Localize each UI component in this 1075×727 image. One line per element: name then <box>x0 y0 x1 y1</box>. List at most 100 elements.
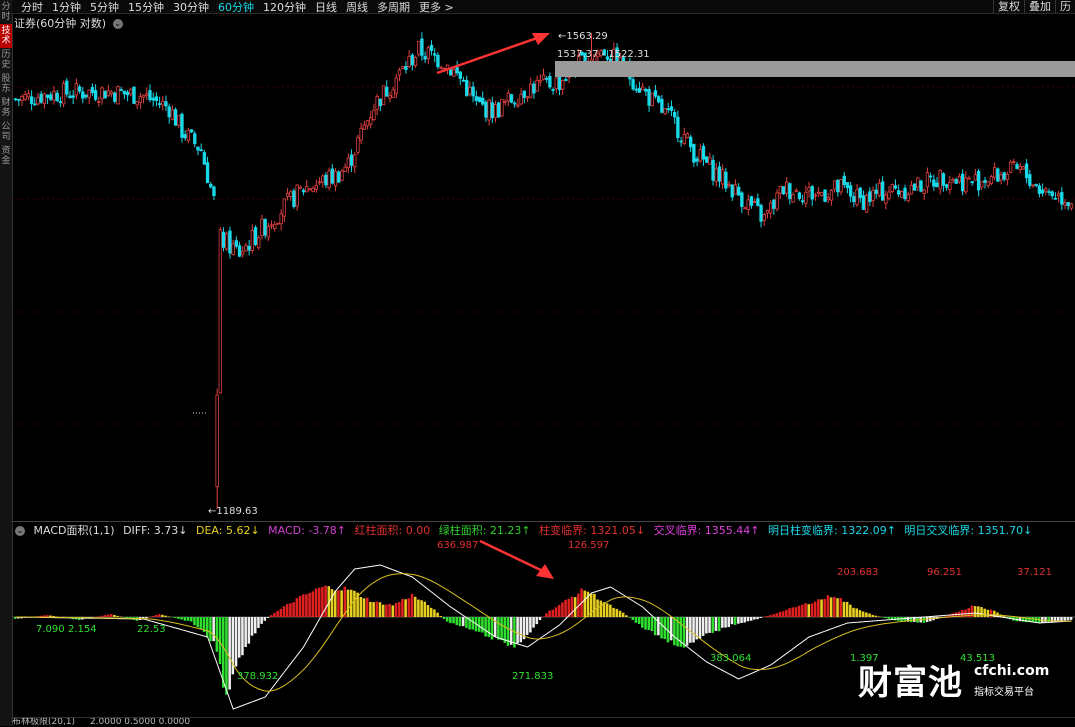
macd-bar <box>852 607 855 617</box>
timeframe-tab[interactable]: 更多 > <box>419 0 454 15</box>
macd-bar <box>881 617 884 618</box>
timeframe-tab[interactable]: 日线 <box>315 0 337 15</box>
candle-body <box>724 171 728 189</box>
timeframe-tab[interactable]: 30分钟 <box>173 0 209 15</box>
macd-bar <box>922 617 926 623</box>
candle-body <box>884 194 888 204</box>
candle-body <box>740 192 744 208</box>
macd-bar <box>529 617 532 633</box>
macd-bar <box>180 617 183 620</box>
candle-body <box>890 184 894 192</box>
macd-bar <box>148 617 151 618</box>
macd-bar <box>295 598 299 617</box>
macd-bar <box>189 617 193 622</box>
macd-bar <box>810 603 814 617</box>
macd-bar <box>196 617 199 628</box>
price-chart[interactable]: ←1563.29 1537.37 - 1522.31 ←1189.63 <box>12 27 1075 521</box>
candle-body <box>20 95 24 101</box>
macd-bar <box>122 617 126 618</box>
candle-body <box>672 112 677 118</box>
macd-bar <box>308 592 311 617</box>
candle-body <box>826 197 830 201</box>
candle-body <box>919 180 923 192</box>
timeframe-tab[interactable]: 周线 <box>346 0 368 15</box>
macd-bar <box>980 607 983 617</box>
timeframe-tab[interactable]: 60分钟 <box>218 0 254 15</box>
macd-bar <box>797 605 801 617</box>
timeframe-tab[interactable]: 多周期 <box>377 0 410 15</box>
candle-body <box>285 192 290 197</box>
candle-body <box>90 87 95 94</box>
timeframe-tab[interactable]: 分时 <box>21 0 43 15</box>
macd-bar <box>279 608 283 617</box>
candle-body <box>71 95 75 98</box>
candle-body <box>404 66 408 71</box>
macd-bar <box>829 597 833 617</box>
macd-bar <box>471 617 475 630</box>
macd-bar <box>551 609 555 617</box>
timeframe-tab[interactable]: 120分钟 <box>263 0 306 15</box>
candle-body <box>797 192 802 199</box>
red-arrow-line <box>436 35 541 75</box>
candle-body <box>164 101 168 107</box>
candle-body <box>77 86 82 92</box>
rail-item[interactable]: 公司 <box>0 120 12 144</box>
toolbar-right-button[interactable]: 叠加 <box>1024 0 1055 13</box>
candle-body <box>852 196 856 203</box>
macd-bar <box>365 597 369 617</box>
candle-body <box>388 95 392 99</box>
timeframe-tab[interactable]: 5分钟 <box>90 0 119 15</box>
candle-body <box>321 175 325 183</box>
rail-item[interactable]: 分时 <box>0 0 12 24</box>
macd-bar <box>445 617 449 622</box>
macd-bar <box>337 590 340 617</box>
candle-body <box>1034 184 1038 186</box>
range-highlight-bar <box>555 61 1075 77</box>
macd-bar <box>234 617 238 667</box>
toolbar-right-button[interactable]: 历 <box>1055 0 1075 13</box>
macd-bar <box>698 617 702 639</box>
rail-item[interactable]: 资金 <box>0 144 12 168</box>
candle-body <box>106 90 111 97</box>
candle-body <box>36 97 40 105</box>
macd-bar <box>593 593 596 617</box>
candle-body <box>688 136 693 148</box>
macd-bar <box>890 617 894 620</box>
macd-bar <box>727 617 731 628</box>
candle-body <box>970 181 974 184</box>
candle-body <box>864 194 869 213</box>
macd-bar <box>557 604 561 617</box>
toolbar-right-button[interactable]: 复权 <box>993 0 1024 13</box>
candle-body <box>1040 189 1045 194</box>
rail-item[interactable]: 财务 <box>0 96 12 120</box>
macd-bar <box>631 617 635 621</box>
macd-bar <box>410 593 414 617</box>
candle-body <box>289 191 293 198</box>
timeframe-tab[interactable]: 15分钟 <box>128 0 164 15</box>
macd-bar <box>1060 617 1063 622</box>
candle-body <box>1047 191 1051 193</box>
low-price-label: ←1189.63 <box>208 506 258 517</box>
rail-item[interactable]: 股东 <box>0 72 12 96</box>
candle-body <box>1005 174 1010 181</box>
macd-bar <box>244 617 247 648</box>
range-label: 1537.37 - 1522.31 <box>557 49 650 60</box>
candle-body <box>394 77 399 94</box>
macd-bar <box>167 616 171 617</box>
macd-bar <box>266 617 270 618</box>
rail-item[interactable]: 历史 <box>0 48 12 72</box>
rail-item[interactable]: 技术 <box>0 24 12 48</box>
macd-bar <box>871 614 874 617</box>
macd-bar <box>340 590 343 617</box>
macd-bar <box>756 617 759 620</box>
macd-bar <box>749 617 753 621</box>
candle-body <box>708 157 712 165</box>
timeframe-tab[interactable]: 1分钟 <box>52 0 81 15</box>
macd-bar <box>170 617 174 618</box>
candle-body <box>81 91 85 99</box>
candle-body <box>209 183 213 188</box>
macd-bar <box>404 599 407 617</box>
candle-body <box>535 80 539 92</box>
candle-body <box>631 79 635 90</box>
candle-body <box>804 191 808 204</box>
